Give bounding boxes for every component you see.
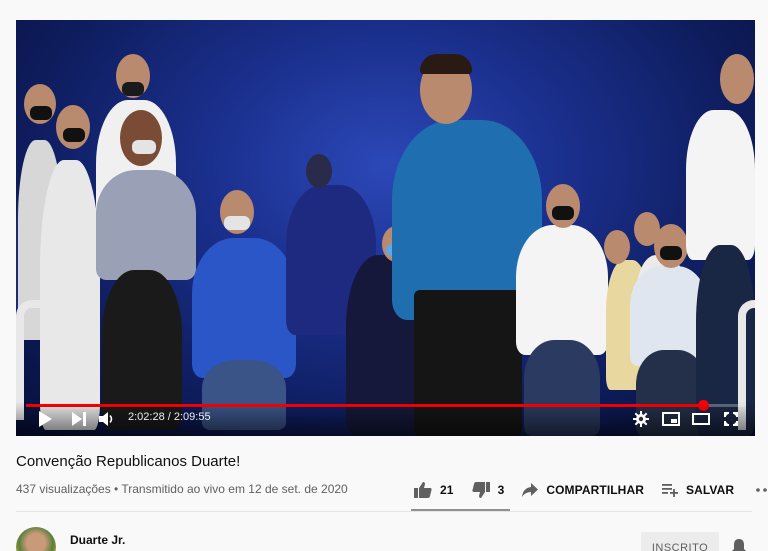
more-icon (756, 488, 767, 492)
save-button[interactable]: SALVAR (661, 483, 735, 497)
like-count: 21 (440, 483, 454, 497)
current-time: 2:02:28 (128, 411, 165, 423)
next-icon[interactable] (71, 410, 87, 428)
divider (16, 511, 752, 512)
share-label: COMPARTILHAR (546, 483, 644, 497)
video-title: Convenção Republicanos Duarte! (16, 453, 241, 470)
settings-icon[interactable] (632, 410, 650, 428)
dislike-count: 3 (497, 483, 505, 497)
volume-icon[interactable] (98, 410, 116, 428)
duration: 2:09:55 (173, 411, 211, 423)
share-icon (522, 483, 539, 497)
thumbs-down-icon (471, 482, 490, 498)
channel-avatar[interactable] (16, 527, 56, 551)
play-icon[interactable] (36, 410, 54, 428)
time-separator: / (164, 411, 174, 423)
channel-name[interactable]: Duarte Jr. (70, 533, 125, 547)
player-controls: 2:02:28 / 2:09:55 (16, 402, 755, 436)
save-label: SALVAR (685, 483, 735, 497)
more-actions-button[interactable] (756, 488, 768, 492)
add-to-playlist-icon (661, 484, 678, 497)
video-frame (16, 20, 755, 436)
dislike-button[interactable]: 3 (471, 482, 505, 498)
bell-icon[interactable] (732, 538, 746, 551)
thumbs-up-icon (414, 482, 432, 498)
fullscreen-icon[interactable] (722, 410, 740, 428)
time-display: 2:02:28 / 2:09:55 (128, 411, 211, 423)
video-meta: 437 visualizações • Transmitido ao vivo … (16, 482, 348, 496)
video-player[interactable]: 2:02:28 / 2:09:55 (16, 20, 755, 436)
action-bar: 21 3 COMPARTILHAR SALVAR (414, 478, 768, 502)
subscribe-button[interactable]: INSCRITO (641, 532, 719, 551)
theater-icon[interactable] (691, 410, 711, 428)
share-button[interactable]: COMPARTILHAR (522, 483, 644, 497)
like-button[interactable]: 21 (414, 482, 454, 498)
miniplayer-icon[interactable] (661, 410, 681, 428)
